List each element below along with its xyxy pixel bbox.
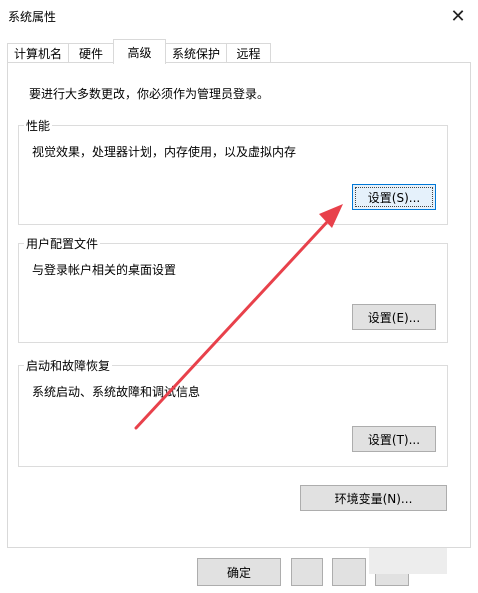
title-bar: 系统属性 ✕ bbox=[0, 0, 478, 32]
tab-strip: 计算机名 硬件 高级 系统保护 远程 bbox=[7, 39, 471, 64]
startup-recovery-settings-button[interactable]: 设置(T)... bbox=[352, 426, 436, 452]
user-profiles-description: 与登录帐户相关的桌面设置 bbox=[32, 263, 177, 277]
performance-description: 视觉效果，处理器计划，内存使用，以及虚拟内存 bbox=[32, 145, 297, 159]
user-profiles-group: 用户配置文件 与登录帐户相关的桌面设置 设置(E)... bbox=[18, 235, 448, 343]
startup-recovery-description: 系统启动、系统故障和调试信息 bbox=[32, 385, 201, 399]
apply-button[interactable] bbox=[332, 558, 366, 586]
close-button[interactable]: ✕ bbox=[438, 0, 478, 32]
environment-variables-button[interactable]: 环境变量(N)... bbox=[300, 485, 447, 511]
performance-settings-button[interactable]: 设置(S)... bbox=[352, 184, 436, 210]
blurred-area bbox=[369, 544, 447, 574]
cancel-button[interactable] bbox=[291, 558, 323, 586]
tab-hardware[interactable]: 硬件 bbox=[68, 43, 114, 63]
tab-system-protection[interactable]: 系统保护 bbox=[165, 43, 227, 63]
user-profiles-settings-button[interactable]: 设置(E)... bbox=[352, 304, 436, 330]
performance-legend: 性能 bbox=[24, 117, 53, 134]
close-icon: ✕ bbox=[450, 5, 466, 27]
startup-recovery-group: 启动和故障恢复 系统启动、系统故障和调试信息 设置(T)... bbox=[18, 357, 448, 467]
tab-computer-name[interactable]: 计算机名 bbox=[7, 43, 69, 63]
admin-notice: 要进行大多数更改，你必须作为管理员登录。 bbox=[29, 87, 270, 101]
tab-remote[interactable]: 远程 bbox=[226, 43, 271, 63]
user-profiles-legend: 用户配置文件 bbox=[24, 235, 101, 252]
startup-recovery-legend: 启动和故障恢复 bbox=[24, 357, 113, 374]
performance-group: 性能 视觉效果，处理器计划，内存使用，以及虚拟内存 设置(S)... bbox=[18, 117, 448, 225]
advanced-tab-panel: 要进行大多数更改，你必须作为管理员登录。 性能 视觉效果，处理器计划，内存使用，… bbox=[7, 62, 471, 548]
window-title: 系统属性 bbox=[8, 10, 57, 24]
tab-advanced[interactable]: 高级 bbox=[113, 39, 166, 64]
ok-button[interactable]: 确定 bbox=[197, 558, 281, 586]
